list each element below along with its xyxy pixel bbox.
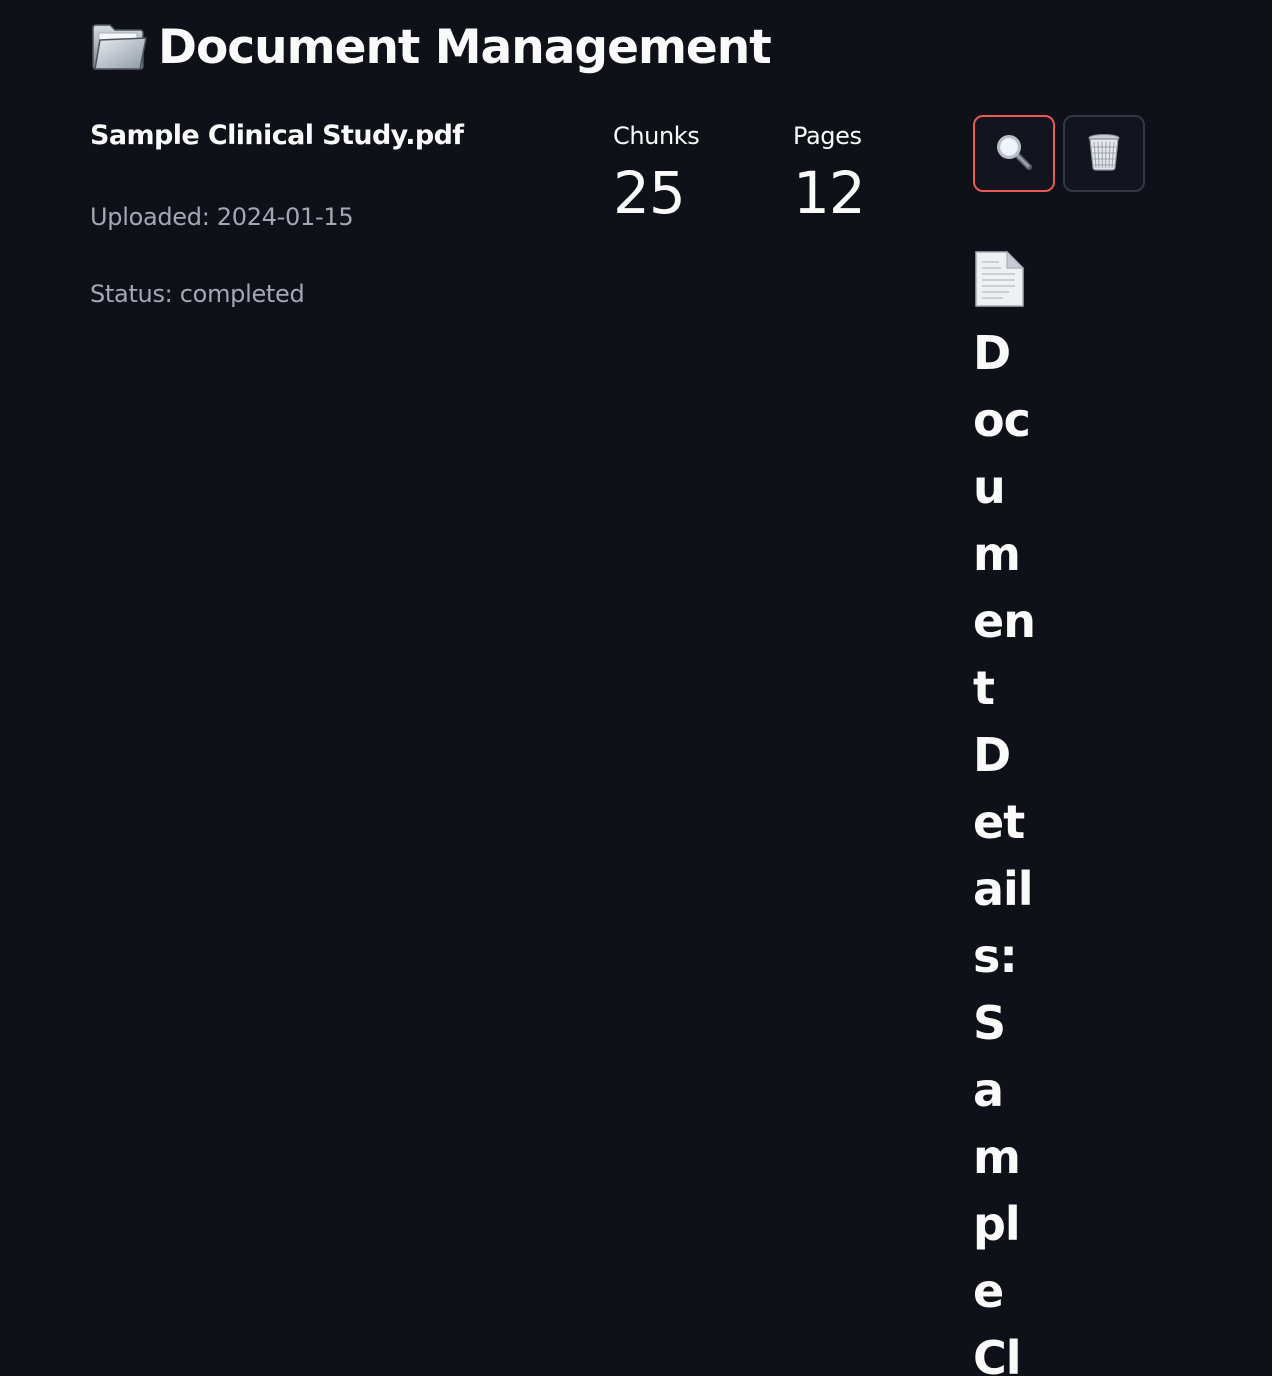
chunks-label: Chunks — [613, 122, 700, 150]
view-details-button[interactable] — [973, 115, 1055, 192]
page-icon — [973, 250, 1025, 308]
pages-label: Pages — [793, 122, 862, 150]
chunks-metric: Chunks 25 — [613, 122, 700, 227]
wastebasket-icon — [1087, 133, 1121, 175]
chunks-value: 25 — [613, 159, 686, 227]
document-management-page: Document Management Sample Clinical Stud… — [0, 0, 1272, 1376]
status-text: Status: completed — [90, 280, 305, 308]
document-name: Sample Clinical Study.pdf — [90, 120, 464, 151]
document-details-heading: Document Details: Sample Cl — [973, 326, 1036, 1376]
pages-value: 12 — [793, 159, 866, 227]
magnifying-glass-icon — [995, 133, 1033, 175]
upload-date: Uploaded: 2024-01-15 — [90, 203, 354, 231]
document-details-panel: Document Details: Sample Cl — [973, 250, 1036, 1376]
page-header: Document Management — [90, 14, 772, 80]
delete-document-button[interactable] — [1063, 115, 1145, 192]
folder-icon — [90, 22, 148, 72]
page-title: Document Management — [158, 19, 772, 75]
pages-metric: Pages 12 — [793, 122, 866, 227]
